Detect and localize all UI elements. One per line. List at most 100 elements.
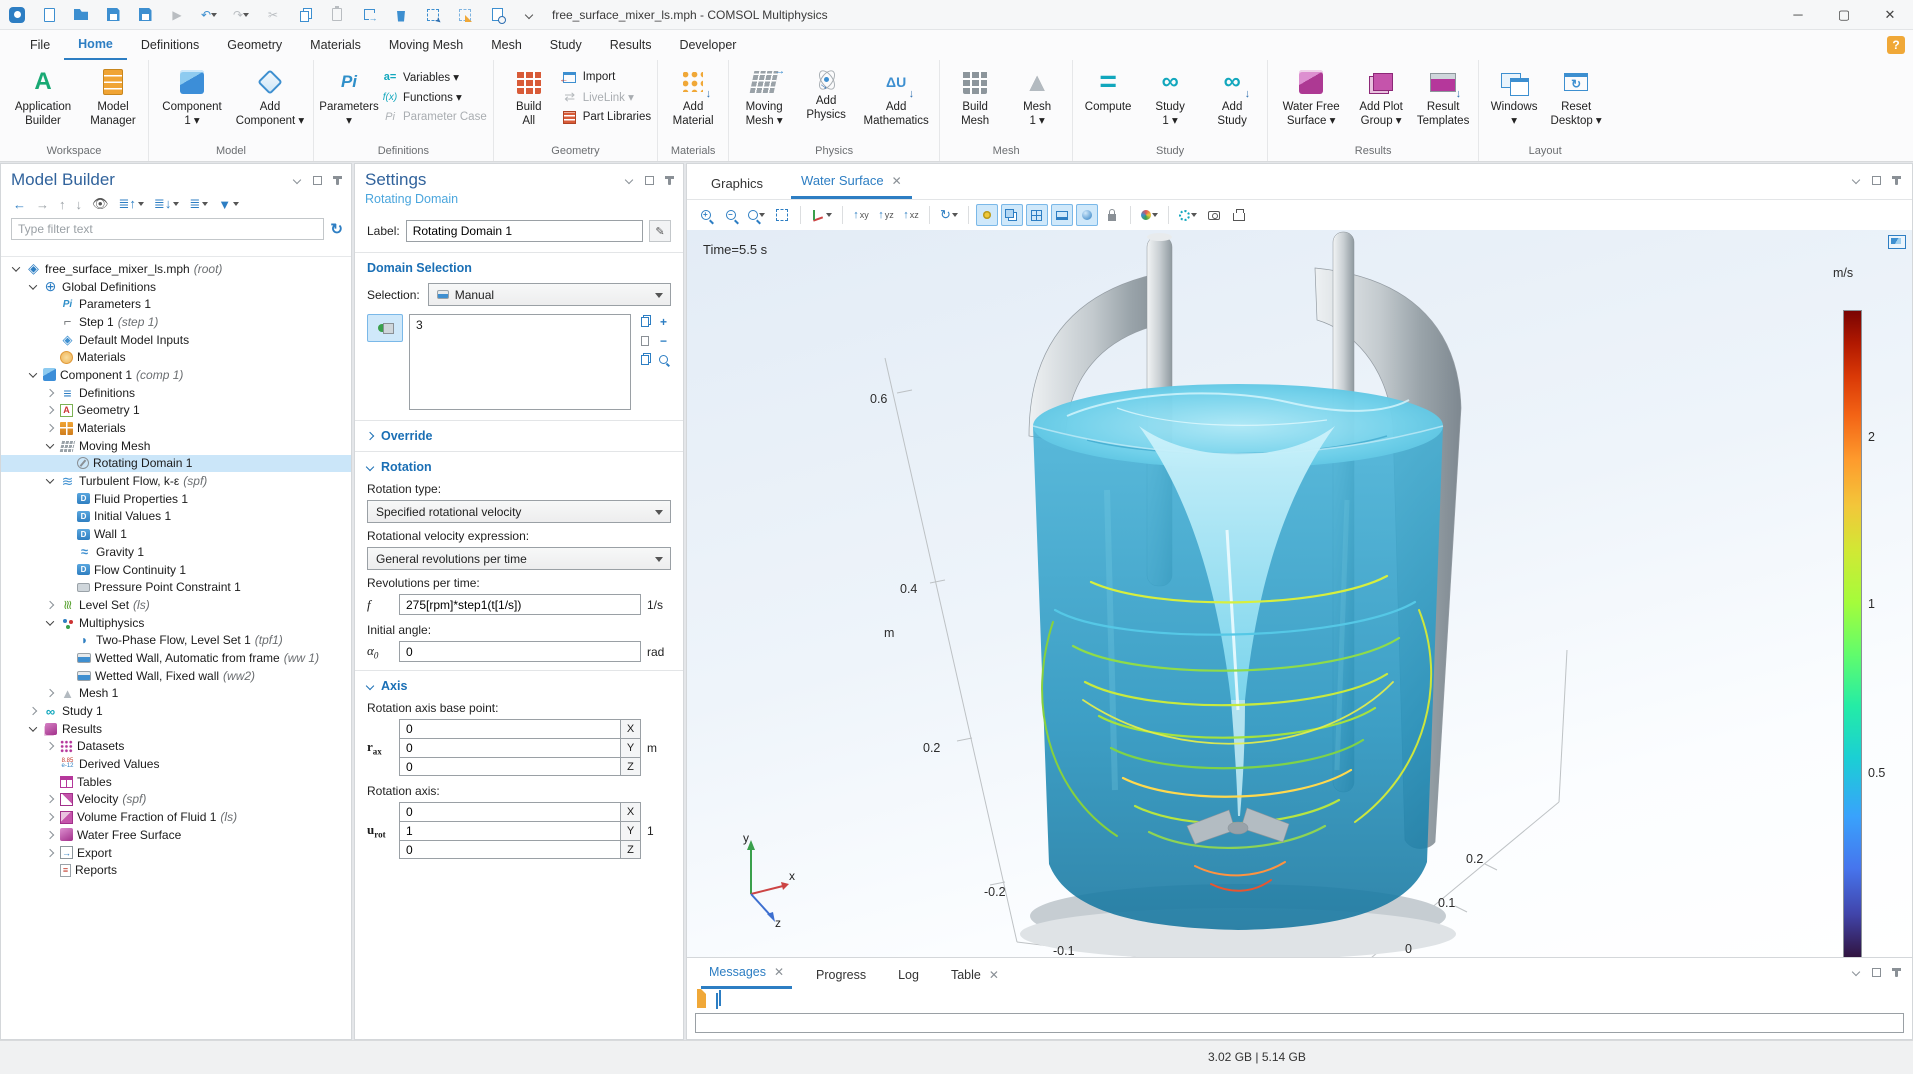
add-to-selection-icon[interactable]: + — [656, 314, 671, 329]
scene-light-button[interactable] — [976, 204, 998, 226]
tab-mesh[interactable]: Mesh — [477, 30, 536, 60]
panel-pin-icon[interactable] — [1890, 966, 1902, 978]
tree-item-materials[interactable]: Materials — [1, 419, 351, 437]
add-mathematics-button[interactable]: Add Mathematics — [859, 64, 933, 128]
go-to-default-view-button[interactable] — [808, 204, 835, 226]
tree-item-parameters-1[interactable]: Parameters 1 — [1, 295, 351, 313]
domain-selection-list[interactable]: 3 — [409, 314, 631, 410]
tree-item-multiphysics[interactable]: Multiphysics — [1, 614, 351, 632]
panel-float-icon[interactable] — [643, 174, 655, 186]
close-tab-icon[interactable]: ✕ — [989, 968, 999, 982]
reset-desktop-button[interactable]: Reset Desktop ▾ — [1547, 64, 1605, 128]
customize-toolbar-icon[interactable] — [520, 6, 538, 24]
tree-item-wall-1[interactable]: Wall 1 — [1, 525, 351, 543]
panel-menu-icon[interactable] — [291, 174, 303, 186]
zoom-in-button[interactable]: + — [695, 204, 717, 226]
move-up-button[interactable]: ↑ — [59, 197, 66, 212]
tab-developer[interactable]: Developer — [665, 30, 750, 60]
add-component-button[interactable]: Add Component ▾ — [233, 64, 307, 128]
panel-pin-icon[interactable] — [331, 174, 343, 186]
import-button[interactable]: Import — [562, 70, 651, 84]
zoom-box-button[interactable] — [745, 204, 768, 226]
tree-item-rotating-domain-1[interactable]: Rotating Domain 1 — [1, 455, 351, 473]
tree-item-velocity[interactable]: Velocity(spf) — [1, 791, 351, 809]
tree-item-component-1[interactable]: Component 1(comp 1) — [1, 366, 351, 384]
rotational-velocity-expression-dropdown[interactable]: General revolutions per time — [367, 547, 671, 570]
initial-angle-input[interactable] — [399, 641, 641, 662]
compute-button[interactable]: Compute — [1079, 64, 1137, 114]
zoom-out-button[interactable]: − — [720, 204, 742, 226]
forward-button[interactable]: → — [36, 197, 49, 212]
variables-button[interactable]: Variables ▾ — [382, 70, 487, 84]
tab-moving-mesh[interactable]: Moving Mesh — [375, 30, 477, 60]
tab-log[interactable]: Log — [890, 968, 927, 989]
clear-selection-icon[interactable] — [456, 6, 474, 24]
selection-dropdown[interactable]: Manual — [428, 283, 671, 306]
tree-item-mesh-1[interactable]: Mesh 1 — [1, 685, 351, 703]
tab-study[interactable]: Study — [536, 30, 596, 60]
tab-geometry[interactable]: Geometry — [213, 30, 296, 60]
close-tab-icon[interactable]: ✕ — [892, 174, 902, 188]
tab-table[interactable]: Table✕ — [943, 968, 1007, 989]
panel-menu-icon[interactable] — [623, 174, 635, 186]
rotation-axis-y-input[interactable] — [399, 821, 621, 840]
tree-item-root[interactable]: free_surface_mixer_ls.mph(root) — [1, 260, 351, 278]
panel-float-icon[interactable] — [1870, 966, 1882, 978]
rename-icon[interactable] — [649, 220, 671, 242]
section-override[interactable]: Override — [367, 429, 671, 443]
tree-item-level-set[interactable]: Level Set(ls) — [1, 596, 351, 614]
moving-mesh-button[interactable]: Moving Mesh ▾ — [735, 64, 793, 128]
panel-pin-icon[interactable] — [663, 174, 675, 186]
tree-item-step-1[interactable]: Step 1(step 1) — [1, 313, 351, 331]
panel-float-icon[interactable] — [1870, 174, 1882, 186]
tree-item-initial-values-1[interactable]: Initial Values 1 — [1, 508, 351, 526]
filter-button[interactable]: ▼ — [218, 197, 239, 212]
remove-from-selection-icon[interactable]: − — [656, 333, 671, 348]
tree-item-default-model-inputs[interactable]: Default Model Inputs — [1, 331, 351, 349]
help-button[interactable]: ? — [1887, 36, 1905, 54]
tree-item-flow-continuity-1[interactable]: Flow Continuity 1 — [1, 561, 351, 579]
close-tab-icon[interactable]: ✕ — [774, 965, 784, 979]
undo-icon[interactable]: ↶ — [200, 6, 218, 24]
open-file-icon[interactable] — [72, 6, 90, 24]
add-physics-button[interactable]: Add Physics — [797, 64, 855, 122]
new-file-icon[interactable] — [40, 6, 58, 24]
rotation-axis-x-input[interactable] — [399, 802, 621, 821]
tab-messages[interactable]: Messages✕ — [701, 965, 792, 989]
tab-results[interactable]: Results — [596, 30, 666, 60]
print-button[interactable] — [1228, 204, 1250, 226]
section-rotation[interactable]: Rotation — [367, 460, 671, 474]
tree-item-turbulent-flow[interactable]: Turbulent Flow, k-ε(spf) — [1, 472, 351, 490]
find-icon[interactable] — [488, 6, 506, 24]
panel-menu-icon[interactable] — [1850, 966, 1862, 978]
section-axis[interactable]: Axis — [367, 679, 671, 693]
tree-item-definitions[interactable]: Definitions — [1, 384, 351, 402]
tab-graphics[interactable]: Graphics — [701, 176, 773, 199]
label-input[interactable] — [406, 220, 643, 242]
transparency-button[interactable] — [1001, 204, 1023, 226]
lock-view-button[interactable] — [1101, 204, 1123, 226]
rotation-type-dropdown[interactable]: Specified rotational velocity — [367, 500, 671, 523]
panel-pin-icon[interactable] — [1890, 174, 1902, 186]
tree-item-datasets[interactable]: Datasets — [1, 738, 351, 756]
tree-item-global-definitions[interactable]: Global Definitions — [1, 278, 351, 296]
tree-item-gravity-1[interactable]: Gravity 1 — [1, 543, 351, 561]
tree-item-two-phase-flow[interactable]: Two-Phase Flow, Level Set 1(tpf1) — [1, 631, 351, 649]
tab-definitions[interactable]: Definitions — [127, 30, 213, 60]
application-builder-button[interactable]: Application Builder — [6, 64, 80, 128]
component-1-button[interactable]: Component 1 ▾ — [155, 64, 229, 128]
result-templates-button[interactable]: Result Templates — [1414, 64, 1472, 128]
copy-messages-icon[interactable] — [716, 994, 718, 1008]
base-point-y-input[interactable] — [399, 738, 621, 757]
tree-item-materials-global[interactable]: Materials — [1, 348, 351, 366]
model-manager-button[interactable]: Model Manager — [84, 64, 142, 128]
collapse-all-button[interactable]: ≣↓ — [154, 196, 179, 212]
view-xy-button[interactable]: ↑xy — [850, 204, 872, 226]
add-plot-group-button[interactable]: Add Plot Group ▾ — [1352, 64, 1410, 128]
tab-materials[interactable]: Materials — [296, 30, 375, 60]
show-grid-button[interactable] — [1026, 204, 1048, 226]
back-button[interactable]: ← — [13, 197, 26, 212]
view-yz-button[interactable]: ↑yz — [875, 204, 897, 226]
zoom-extents-button[interactable] — [771, 204, 793, 226]
functions-button[interactable]: Functions ▾ — [382, 90, 487, 104]
